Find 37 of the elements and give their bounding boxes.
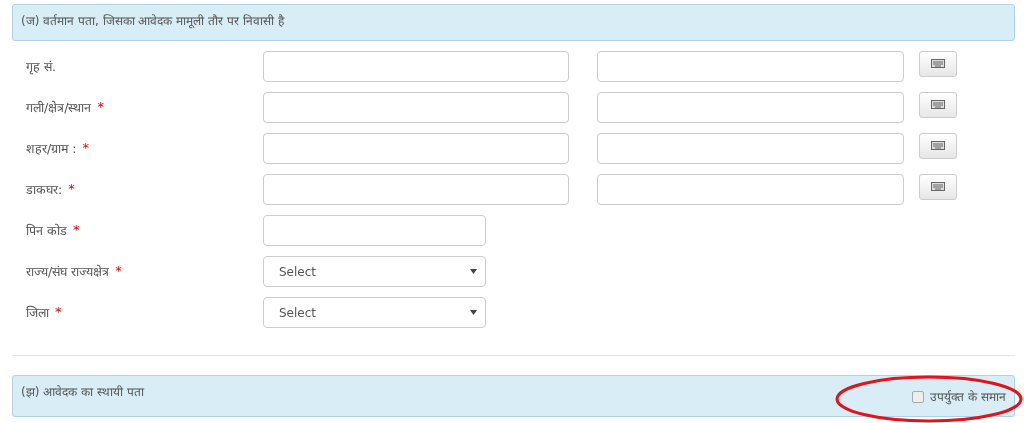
- select-dropdown[interactable]: Select: [263, 297, 486, 328]
- caret-icon: [470, 269, 477, 274]
- required-mark: *: [115, 263, 122, 280]
- keyboard-icon: [931, 100, 945, 109]
- text-field[interactable]: [597, 174, 904, 205]
- required-mark: *: [97, 99, 104, 116]
- required-mark: *: [82, 140, 89, 157]
- field-label: जिला: [26, 304, 49, 321]
- keyboard-button[interactable]: [919, 132, 957, 159]
- text-field[interactable]: [263, 174, 569, 205]
- field-label: राज्य/संघ राज्यक्षेत्र: [26, 263, 110, 280]
- text-field[interactable]: [597, 133, 904, 164]
- keyboard-icon: [931, 141, 945, 150]
- select-dropdown[interactable]: Select: [263, 256, 486, 287]
- field-label: गली/क्षेत्र/स्थान: [26, 99, 92, 116]
- field-label: डाकघर:: [26, 181, 63, 198]
- keyboard-icon: [931, 182, 945, 191]
- text-field[interactable]: [263, 133, 569, 164]
- keyboard-button[interactable]: [919, 91, 957, 118]
- field-label: पिन कोड: [26, 222, 67, 239]
- keyboard-icon: [931, 59, 945, 68]
- text-field[interactable]: [263, 215, 486, 246]
- text-field[interactable]: [263, 92, 569, 123]
- text-field[interactable]: [597, 92, 904, 123]
- section-title: (ज) वर्तमान पता, जिसका आवेदक मामूली तौर पर निवासी है: [21, 13, 284, 29]
- required-mark: *: [68, 181, 75, 198]
- required-mark: *: [55, 304, 62, 321]
- caret-icon: [470, 310, 477, 315]
- section-title: (झ) आवेदक का स्थायी पता: [21, 384, 144, 400]
- text-field[interactable]: [263, 51, 569, 82]
- keyboard-button[interactable]: [919, 173, 957, 200]
- field-label: गृह सं.: [26, 58, 56, 75]
- text-field[interactable]: [597, 51, 904, 82]
- same-as-above-checkbox[interactable]: उपर्युक्त के समान: [912, 388, 1006, 405]
- required-mark: *: [73, 222, 80, 239]
- keyboard-button[interactable]: [919, 50, 957, 77]
- field-label: शहर/ग्राम :: [26, 140, 77, 157]
